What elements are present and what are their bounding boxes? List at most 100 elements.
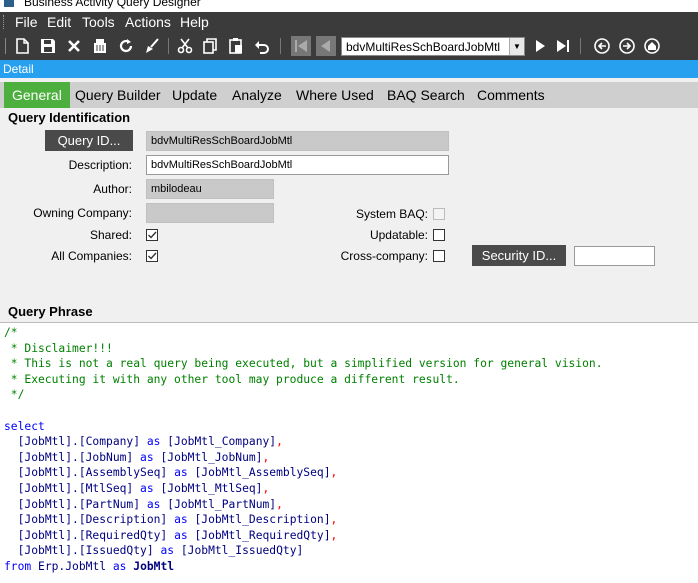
column-source: [JobMtl].[RequiredQty]	[17, 528, 168, 542]
undo-icon[interactable]	[252, 36, 272, 56]
select-column-line: [JobMtl].[MtlSeq] as [JobMtl_MtlSeq],	[4, 481, 698, 497]
description-field[interactable]: bdvMultiResSchBoardJobMtl	[146, 155, 449, 175]
menu-file[interactable]: File	[15, 14, 38, 30]
comma: ,	[330, 466, 338, 480]
comma: ,	[276, 497, 283, 511]
tab-strip: General Query Builder Update Analyze Whe…	[0, 82, 698, 108]
as-keyword: as	[146, 497, 161, 511]
tab-general[interactable]: General	[4, 82, 70, 108]
shared-checkbox[interactable]	[146, 229, 158, 241]
forward-icon[interactable]	[617, 36, 637, 56]
query-identification-heading: Query Identification	[8, 110, 131, 125]
query-phrase-editor[interactable]: /* * Disclaimer!!! * This is not a real …	[0, 322, 698, 583]
cross-company-checkbox[interactable]	[433, 250, 445, 262]
select-column-line: [JobMtl].[IssuedQty] as [JobMtl_IssuedQt…	[4, 543, 698, 559]
comma: ,	[330, 513, 338, 527]
comment-line: * This is not a real query being execute…	[4, 357, 603, 371]
next-record-icon[interactable]	[530, 36, 550, 56]
as-keyword: as	[160, 544, 175, 558]
select-column-line: [JobMtl].[Company] as [JobMtl_Company],	[4, 434, 698, 450]
system-baq-checkbox	[433, 208, 445, 220]
query-id-combo[interactable]: bdvMultiResSchBoardJobMtl ▼	[341, 37, 525, 56]
as-keyword: as	[112, 559, 127, 573]
select-column-line: [JobMtl].[Description] as [JobMtl_Descri…	[4, 512, 698, 528]
as-keyword: as	[174, 513, 188, 527]
query-id-combo-value: bdvMultiResSchBoardJobMtl	[346, 40, 501, 54]
broom-icon[interactable]	[142, 36, 162, 56]
query-id-button[interactable]: Query ID...	[45, 130, 133, 151]
security-id-field[interactable]	[574, 246, 655, 266]
tab-baq-search[interactable]: BAQ Search	[381, 82, 471, 108]
delete-icon[interactable]	[64, 36, 84, 56]
new-icon[interactable]	[12, 36, 32, 56]
select-column-line: [JobMtl].[RequiredQty] as [JobMtl_Requir…	[4, 528, 698, 544]
column-alias: [JobMtl_Company]	[167, 435, 277, 449]
column-source: [JobMtl].[MtlSeq]	[17, 481, 134, 495]
chevron-down-icon[interactable]: ▼	[509, 38, 524, 55]
updatable-checkbox[interactable]	[433, 229, 445, 241]
updatable-label: Updatable:	[369, 228, 428, 242]
comma: ,	[276, 435, 283, 449]
comma: ,	[262, 481, 270, 495]
column-source: [JobMtl].[AssemblySeq]	[17, 466, 168, 480]
app-icon	[4, 0, 14, 7]
column-alias: [JobMtl_RequiredQty]	[194, 528, 331, 542]
as-keyword: as	[140, 481, 154, 495]
column-source: [JobMtl].[PartNum]	[17, 497, 141, 511]
cut-icon[interactable]	[175, 36, 195, 56]
first-record-icon[interactable]	[291, 36, 311, 56]
tab-query-builder[interactable]: Query Builder	[69, 82, 167, 108]
home-icon[interactable]	[642, 36, 662, 56]
comment-line: */	[4, 388, 25, 402]
column-alias: [JobMtl_MtlSeq]	[160, 481, 263, 495]
tab-analyze[interactable]: Analyze	[226, 82, 288, 108]
last-record-icon[interactable]	[553, 36, 573, 56]
tab-comments[interactable]: Comments	[471, 82, 551, 108]
refresh-icon[interactable]	[116, 36, 136, 56]
shared-label: Shared:	[89, 228, 132, 242]
menu-help[interactable]: Help	[180, 14, 209, 30]
menu-grip	[3, 15, 6, 29]
column-alias: [JobMtl_IssuedQty]	[180, 544, 304, 558]
detail-header: Detail	[0, 60, 698, 78]
clear-icon[interactable]	[90, 36, 110, 56]
menu-actions[interactable]: Actions	[125, 14, 171, 30]
toolbar: bdvMultiResSchBoardJobMtl ▼	[0, 32, 698, 60]
all-companies-checkbox[interactable]	[146, 250, 158, 262]
from-keyword: from	[4, 559, 32, 573]
security-id-button[interactable]: Security ID...	[472, 245, 566, 266]
comma: ,	[262, 450, 270, 464]
column-alias: [JobMtl_AssemblySeq]	[194, 466, 331, 480]
check-icon	[148, 252, 157, 260]
select-column-line: [JobMtl].[JobNum] as [JobMtl_JobNum],	[4, 450, 698, 466]
comment-line: * Disclaimer!!!	[4, 341, 113, 355]
column-alias: [JobMtl_PartNum]	[167, 497, 277, 511]
column-alias: [JobMtl_JobNum]	[160, 450, 263, 464]
save-icon[interactable]	[38, 36, 58, 56]
title-bar: Business Activity Query Designer	[0, 0, 698, 12]
menu-edit[interactable]: Edit	[47, 14, 71, 30]
back-icon[interactable]	[592, 36, 612, 56]
select-columns: [JobMtl].[Company] as [JobMtl_Company], …	[4, 434, 698, 559]
owning-company-label: Owning Company:	[33, 206, 132, 220]
menu-bar: File Edit Tools Actions Help	[0, 12, 698, 32]
tab-update[interactable]: Update	[166, 82, 223, 108]
comment-line: * Executing it with any other tool may p…	[4, 372, 460, 386]
column-alias: [JobMtl_Description]	[194, 513, 331, 527]
cross-company-label: Cross-company:	[340, 249, 428, 263]
query-phrase-heading: Query Phrase	[8, 304, 93, 319]
query-id-field: bdvMultiResSchBoardJobMtl	[146, 131, 449, 151]
copy-icon[interactable]	[200, 36, 220, 56]
previous-record-icon[interactable]	[316, 36, 336, 56]
as-keyword: as	[174, 528, 188, 542]
window-title: Business Activity Query Designer	[24, 0, 201, 9]
author-label: Author:	[93, 182, 132, 196]
select-column-line: [JobMtl].[PartNum] as [JobMtl_PartNum],	[4, 497, 698, 513]
paste-icon[interactable]	[226, 36, 246, 56]
owning-company-field	[146, 203, 274, 223]
check-icon	[148, 231, 157, 239]
menu-tools[interactable]: Tools	[82, 14, 115, 30]
from-alias: JobMtl	[133, 559, 175, 573]
as-keyword: as	[174, 466, 188, 480]
tab-where-used[interactable]: Where Used	[290, 82, 380, 108]
